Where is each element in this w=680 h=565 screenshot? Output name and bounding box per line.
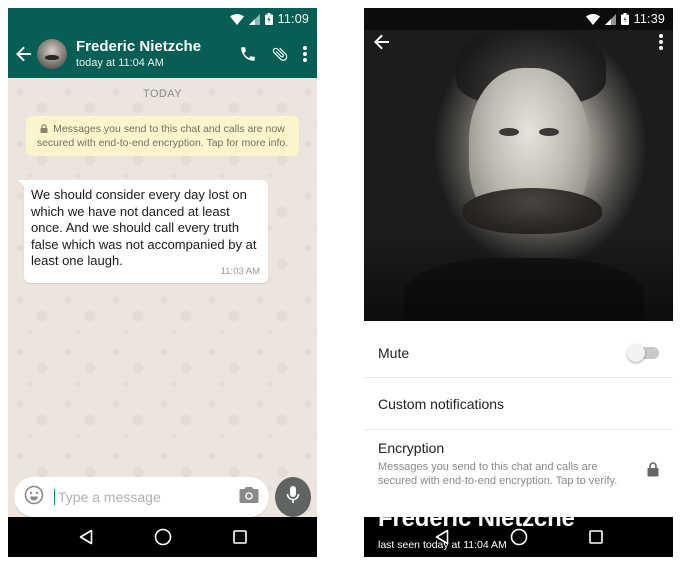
contact-title[interactable]: Frederic Nietzche today at 11:04 AM [76, 38, 239, 70]
contact-info-toolbar [374, 34, 663, 55]
nav-home-icon[interactable] [154, 528, 172, 546]
encryption-description: Messages you send to this chat and calls… [378, 461, 618, 487]
contact-settings: Mute Custom notifications Encryption Mes… [364, 328, 673, 506]
nav-back-icon[interactable] [79, 529, 93, 545]
mute-row[interactable]: Mute [364, 328, 673, 378]
mic-button[interactable] [275, 477, 311, 517]
contact-name: Frederic Nietzche [378, 505, 575, 532]
chat-toolbar: Frederic Nietzche today at 11:04 AM [8, 30, 317, 78]
message-text: We should consider every day lost on whi… [31, 187, 257, 268]
more-vert-icon[interactable] [659, 34, 663, 55]
nav-bar [8, 517, 317, 557]
camera-icon[interactable] [239, 486, 259, 509]
phone-icon[interactable] [239, 45, 257, 63]
nav-recents-icon[interactable] [588, 530, 603, 544]
mute-label: Mute [378, 344, 410, 361]
last-seen-text: today at 11:04 AM [76, 57, 164, 69]
encryption-notice-text: Messages you send to this chat and calls… [36, 123, 289, 149]
compose-bar [14, 477, 311, 517]
chat-screen: 11:09 Frederic Nietzche today at 11:04 A… [8, 8, 317, 557]
battery-icon [264, 13, 273, 25]
date-chip: TODAY [143, 88, 182, 100]
signal-icon [248, 13, 260, 25]
back-arrow-icon[interactable] [12, 46, 36, 62]
emoji-icon[interactable] [24, 485, 44, 510]
wifi-icon [585, 13, 600, 25]
message-input[interactable] [54, 489, 239, 505]
lock-icon [40, 123, 53, 135]
encryption-row[interactable]: Encryption Messages you send to this cha… [364, 430, 673, 506]
status-bar: 11:09 [8, 8, 317, 30]
more-vert-icon[interactable] [303, 46, 307, 62]
message-input-box [14, 477, 269, 517]
lock-icon [647, 462, 659, 482]
avatar[interactable] [37, 39, 67, 69]
battery-icon [620, 13, 629, 25]
mute-toggle[interactable] [627, 343, 659, 362]
nav-recents-icon[interactable] [232, 530, 247, 544]
message-bubble[interactable]: We should consider every day lost on whi… [18, 180, 268, 283]
back-arrow-icon[interactable] [374, 34, 390, 55]
last-seen-text: last seen today at 11:04 AM [378, 539, 507, 551]
encryption-notice[interactable]: Messages you send to this chat and calls… [26, 116, 299, 156]
custom-notifications-row[interactable]: Custom notifications [364, 378, 673, 430]
contact-info-screen: 11:39 Frederic Nietzche last seen today … [364, 8, 673, 557]
mic-icon [286, 485, 300, 510]
status-time: 11:39 [633, 12, 665, 26]
contact-name: Frederic Nietzche [76, 38, 202, 55]
encryption-label: Encryption [378, 440, 445, 456]
status-time: 11:09 [277, 12, 309, 26]
signal-icon [604, 13, 616, 25]
wifi-icon [229, 13, 244, 25]
chat-area[interactable]: TODAY Messages you send to this chat and… [8, 78, 317, 525]
attach-icon[interactable] [271, 45, 289, 63]
status-bar: 11:39 [364, 8, 673, 30]
custom-notifications-label: Custom notifications [378, 395, 505, 412]
